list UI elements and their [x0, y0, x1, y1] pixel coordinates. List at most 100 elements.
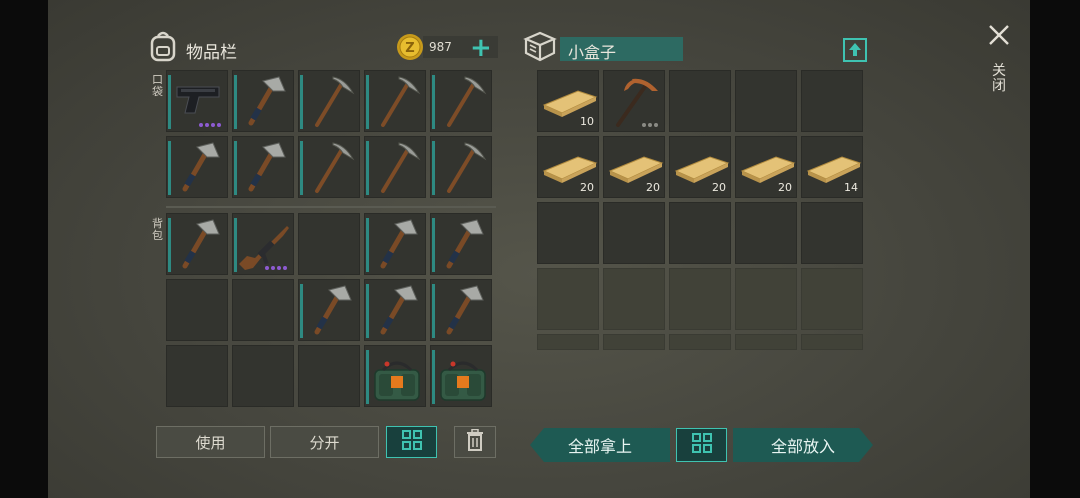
durability-bar — [432, 75, 435, 129]
durability-bar — [432, 284, 435, 338]
delete-button[interactable] — [454, 426, 496, 458]
inventory-slot[interactable] — [430, 345, 492, 407]
durability-bar — [432, 350, 435, 404]
empty-slot[interactable] — [232, 345, 294, 407]
split-button[interactable]: 分开 — [270, 426, 379, 458]
empty-slot[interactable] — [298, 213, 360, 275]
hatchet-icon — [314, 285, 352, 335]
inventory-slot[interactable]: 20 — [669, 136, 731, 198]
container-title: 小盒子 — [568, 43, 617, 62]
hatchet-icon — [248, 76, 286, 126]
item-quantity: 20 — [580, 181, 594, 194]
item-quantity: 20 — [712, 181, 726, 194]
empty-slot[interactable] — [801, 70, 863, 132]
quality-dots — [265, 266, 287, 270]
locked-slot — [801, 268, 863, 330]
take-all-label: 全部拿上 — [567, 437, 632, 456]
container-sort-button[interactable] — [676, 428, 727, 462]
inventory-slot[interactable] — [298, 136, 360, 198]
quality-dots — [642, 123, 658, 127]
item-quantity: 14 — [844, 181, 858, 194]
inventory-slot[interactable] — [364, 136, 426, 198]
inventory-slot[interactable] — [298, 70, 360, 132]
inventory-slot[interactable] — [232, 213, 294, 275]
locked-slot — [603, 334, 665, 350]
grid-icon — [691, 433, 712, 457]
empty-slot[interactable] — [298, 345, 360, 407]
durability-bar — [300, 284, 303, 338]
item-quantity: 10 — [580, 115, 594, 128]
empty-slot[interactable] — [735, 202, 797, 264]
inventory-slot[interactable] — [430, 70, 492, 132]
close-label[interactable]: 关闭 — [992, 64, 1006, 94]
durability-bar — [432, 218, 435, 272]
locked-slot — [801, 334, 863, 350]
grid-icon — [401, 430, 422, 454]
coin-icon: Z — [396, 33, 424, 65]
coin-count: 987 — [429, 40, 452, 54]
put-all-label: 全部放入 — [770, 437, 835, 456]
pickaxe-icon — [315, 142, 355, 193]
durability-bar — [234, 218, 237, 272]
upload-icon[interactable] — [843, 38, 867, 66]
empty-slot[interactable] — [669, 202, 731, 264]
inventory-slot[interactable]: 20 — [735, 136, 797, 198]
empty-slot[interactable] — [801, 202, 863, 264]
inventory-slot[interactable] — [364, 70, 426, 132]
take-all-button[interactable]: 全部拿上 — [530, 428, 670, 462]
backpack-icon — [148, 30, 178, 66]
inventory-slot[interactable] — [364, 279, 426, 341]
empty-slot[interactable] — [735, 70, 797, 132]
locked-slot — [669, 268, 731, 330]
sort-grid-button[interactable] — [386, 426, 437, 458]
inventory-slot[interactable] — [166, 70, 228, 132]
durability-bar — [168, 218, 171, 272]
empty-slot[interactable] — [166, 345, 228, 407]
locked-slot — [735, 334, 797, 350]
locked-slot — [603, 268, 665, 330]
inventory-slot[interactable] — [232, 70, 294, 132]
item-quantity: 20 — [646, 181, 660, 194]
section-divider — [166, 206, 496, 208]
svg-text:Z: Z — [405, 41, 414, 56]
durability-bar — [168, 141, 171, 195]
empty-slot[interactable] — [603, 202, 665, 264]
durability-bar — [366, 218, 369, 272]
item-quantity: 20 — [778, 181, 792, 194]
durability-bar — [366, 284, 369, 338]
trash-icon — [466, 428, 484, 455]
empty-slot[interactable] — [537, 202, 599, 264]
inventory-slot[interactable]: 10 — [537, 70, 599, 132]
put-all-button[interactable]: 全部放入 — [733, 428, 873, 462]
inventory-slot[interactable] — [430, 136, 492, 198]
inventory-slot[interactable] — [298, 279, 360, 341]
pickaxe-icon — [381, 76, 421, 127]
inventory-slot[interactable] — [430, 213, 492, 275]
inventory-slot[interactable]: 20 — [537, 136, 599, 198]
inventory-slot[interactable] — [430, 279, 492, 341]
hatchet-icon — [182, 142, 220, 192]
durability-bar — [300, 75, 303, 129]
locked-slot — [537, 268, 599, 330]
inventory-slot[interactable]: 14 — [801, 136, 863, 198]
inventory-slot[interactable] — [232, 136, 294, 198]
pickaxe-icon — [447, 76, 487, 127]
inventory-slot[interactable]: 20 — [603, 136, 665, 198]
use-button[interactable]: 使用 — [156, 426, 265, 458]
locked-slot — [537, 334, 599, 350]
inventory-slot[interactable] — [603, 70, 665, 132]
hatchet-icon — [248, 142, 286, 192]
inventory-slot[interactable] — [364, 345, 426, 407]
inventory-slot[interactable] — [364, 213, 426, 275]
add-coins-plus-icon[interactable]: + — [470, 35, 492, 61]
empty-slot[interactable] — [166, 279, 228, 341]
empty-slot[interactable] — [232, 279, 294, 341]
inventory-slot[interactable] — [166, 213, 228, 275]
close-icon[interactable] — [988, 24, 1010, 50]
empty-slot[interactable] — [669, 70, 731, 132]
inventory-slot[interactable] — [166, 136, 228, 198]
locked-slot — [735, 268, 797, 330]
hatchet-icon — [380, 219, 418, 269]
durability-bar — [366, 141, 369, 195]
pickaxe-icon — [447, 142, 487, 193]
